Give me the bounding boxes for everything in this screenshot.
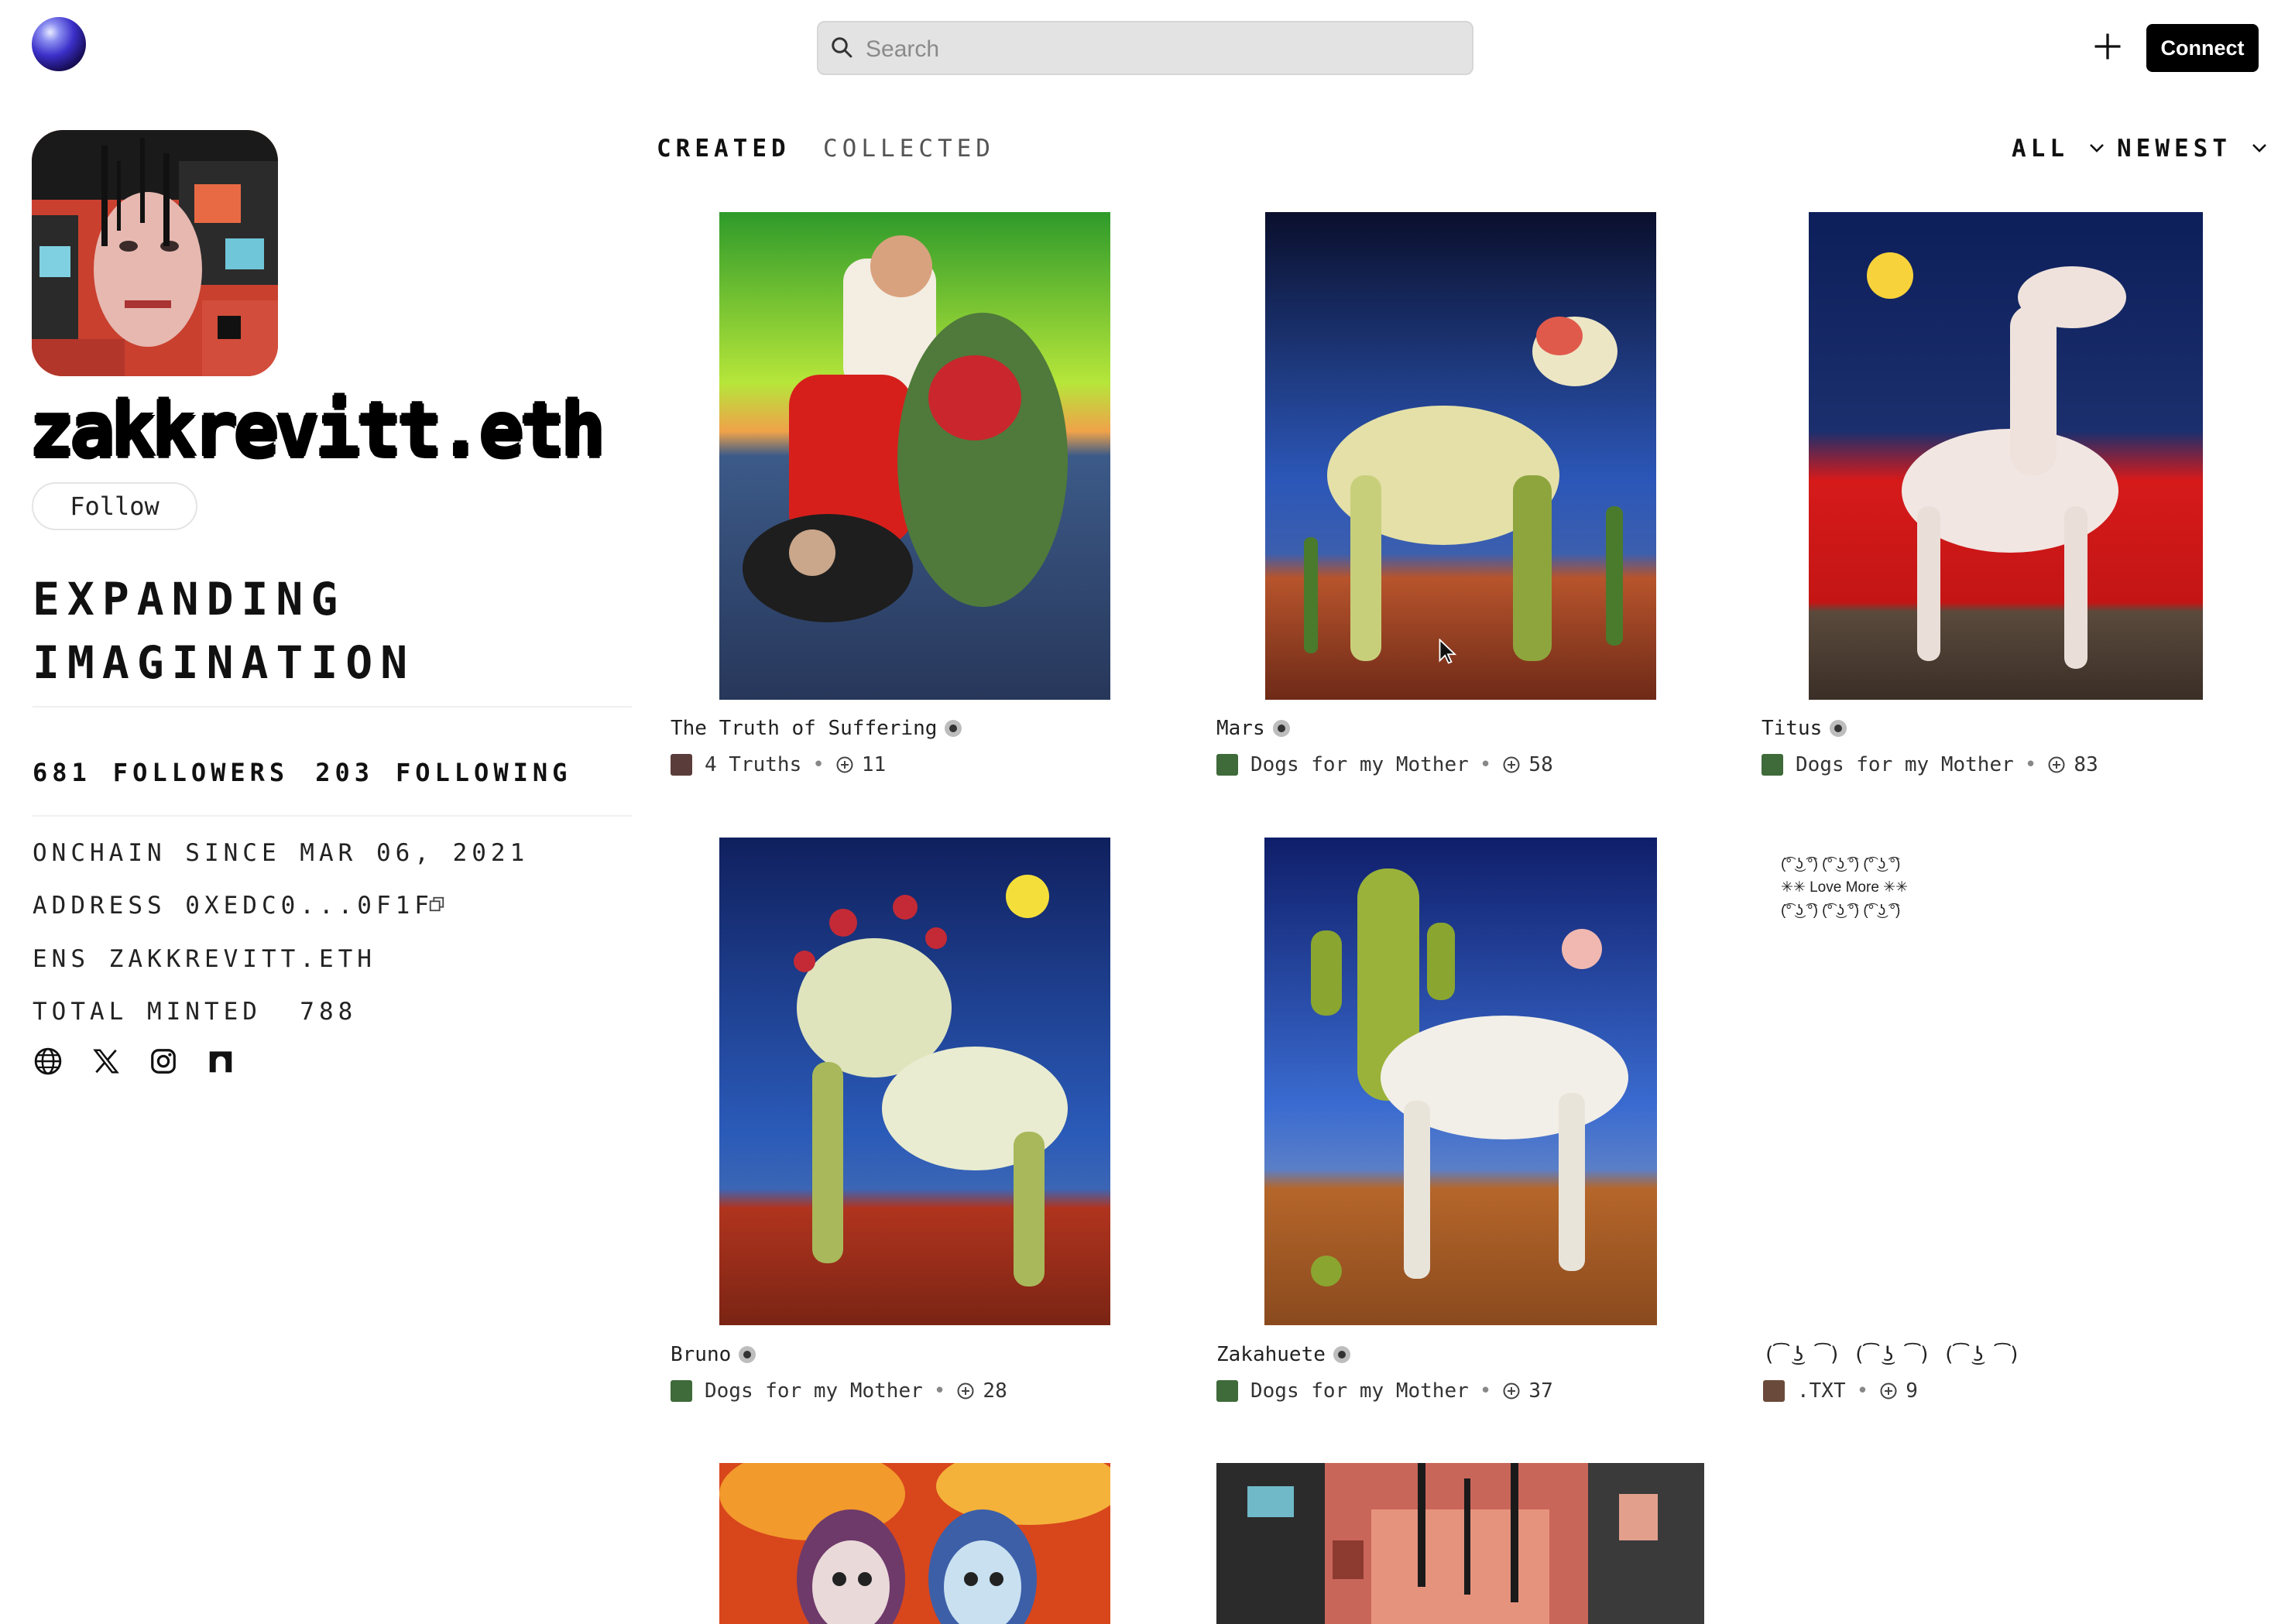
collection-name[interactable]: Dogs for my Mother [1250,752,1469,778]
collection-name[interactable]: 4 Truths [705,752,801,778]
separator: • [812,753,825,776]
editions-icon [1503,1382,1520,1400]
mouse-cursor-icon [1439,639,1457,664]
artwork-image[interactable] [1264,838,1657,1325]
collection-name[interactable]: Dogs for my Mother [705,1378,923,1404]
artwork-image[interactable] [719,212,1110,700]
artwork-title[interactable]: (͡ ͜ʖ ͡) (͡ ͜ʖ ͡) (͡ ͜ʖ ͡) [1763,1341,2021,1368]
verified-icon [739,1346,756,1363]
divider [33,706,632,708]
editions-icon [2048,756,2065,773]
editions-icon [1503,756,1520,773]
search-input[interactable] [864,27,1456,72]
following-count[interactable]: 203 [315,758,374,787]
total-minted-value: 788 [300,998,358,1026]
collection-name[interactable]: Dogs for my Mother [1250,1378,1469,1404]
separator: • [2024,753,2037,776]
followers-label[interactable]: FOLLOWERS [113,758,289,787]
wallet-address: ADDRESS 0XEDC0...0F1F [33,892,434,920]
artwork-meta: .TXT • 9 [1763,1378,1918,1404]
artwork-image[interactable] [1265,212,1656,700]
artwork-title[interactable]: The Truth of Suffering [671,715,962,742]
editions-icon [836,756,853,773]
profile-bio-line1: EXPANDING [33,573,346,625]
separator: • [1479,753,1492,776]
editions-icon [1880,1382,1897,1400]
follow-button[interactable]: Follow [32,482,197,530]
followers-count[interactable]: 681 [33,758,91,787]
sort-newest-dropdown[interactable]: NEWEST [2117,133,2268,164]
onchain-since: ONCHAIN SINCE MAR 06, 2021 [33,839,530,867]
text-art-line: (͡° ͜ʖ ͡°) (͡° ͜ʖ ͡°) (͡° ͜ʖ ͡°) [1781,903,1901,919]
ens-name: ENS ZAKKREVITT.ETH [33,945,376,973]
total-minted-label: TOTAL MINTED [33,998,262,1026]
text-art-line: (͡° ͜ʖ ͡°) (͡° ͜ʖ ͡°) (͡° ͜ʖ ͡°) [1781,856,1901,872]
artwork-meta: Dogs for my Mother • 37 [1216,1378,1553,1404]
edition-count: 9 [1906,1379,1918,1403]
verified-icon [1272,720,1290,737]
artwork-image[interactable] [1216,1463,1704,1624]
text-artwork[interactable]: (͡° ͜ʖ ͡°) (͡° ͜ʖ ͡°) (͡° ͜ʖ ͡°) ✳✳ Love … [1781,853,1908,923]
profile-avatar[interactable] [32,130,278,376]
x-icon[interactable] [91,1047,121,1076]
collection-name[interactable]: .TXT [1797,1378,1846,1404]
globe-icon[interactable] [33,1047,63,1076]
total-minted: TOTAL MINTED 788 [33,996,357,1027]
collection-thumb [1762,754,1783,776]
edition-count: 37 [1528,1379,1553,1403]
artwork-title[interactable]: Zakahuete [1216,1341,1350,1368]
editions-icon [957,1382,974,1400]
verified-icon [1830,720,1847,737]
edition-count: 28 [983,1379,1007,1403]
edition-count: 11 [861,753,887,776]
artwork-title[interactable]: Mars [1216,715,1290,742]
artwork-meta: 4 Truths • 11 [671,752,886,778]
separator: • [1479,1379,1492,1403]
edition-count: 83 [2074,753,2098,776]
edition-count: 58 [1528,753,1553,776]
collection-thumb [671,754,692,776]
separator: • [933,1379,946,1403]
artwork-title[interactable]: Titus [1762,715,1847,742]
avatar-image [32,130,278,376]
collection-thumb [1216,754,1238,776]
chevron-down-icon [2089,144,2104,152]
profile-bio-line2: IMAGINATION [33,636,416,689]
filter-all-label: ALL [2012,135,2069,163]
tab-created[interactable]: CREATED [657,133,791,164]
arch-icon[interactable] [206,1047,235,1076]
following-label[interactable]: FOLLOWING [396,758,571,787]
site-logo[interactable] [32,17,86,71]
filter-all-dropdown[interactable]: ALL [2012,133,2105,164]
text-art-line: ✳✳ Love More ✳✳ [1781,879,1909,896]
artwork-meta: Dogs for my Mother • 58 [1216,752,1553,778]
artwork-meta: Dogs for my Mother • 83 [1762,752,2098,778]
artwork-image[interactable] [719,838,1110,1325]
artwork-image[interactable] [1809,212,2203,700]
tab-collected[interactable]: COLLECTED [823,133,995,164]
collection-thumb [1763,1380,1785,1402]
verified-icon [1333,1346,1350,1363]
artwork-meta: Dogs for my Mother • 28 [671,1378,1007,1404]
collection-name[interactable]: Dogs for my Mother [1796,752,2014,778]
separator: • [1856,1379,1869,1403]
collection-thumb [671,1380,692,1402]
chevron-down-icon [2252,144,2266,152]
artwork-title[interactable]: Bruno [671,1341,756,1368]
profile-username: zakkrevitt.eth [29,387,605,474]
follow-stats: 681 FOLLOWERS 203 FOLLOWING [33,757,593,788]
copy-icon[interactable] [428,896,445,913]
collection-thumb [1216,1380,1238,1402]
sort-newest-label: NEWEST [2117,135,2232,163]
instagram-icon[interactable] [149,1047,178,1076]
connect-button[interactable]: Connect [2146,24,2259,72]
divider [33,815,632,817]
create-plus-button[interactable] [2091,29,2125,63]
verified-icon [945,720,962,737]
artwork-image[interactable] [719,1463,1110,1624]
search-icon [832,37,852,58]
